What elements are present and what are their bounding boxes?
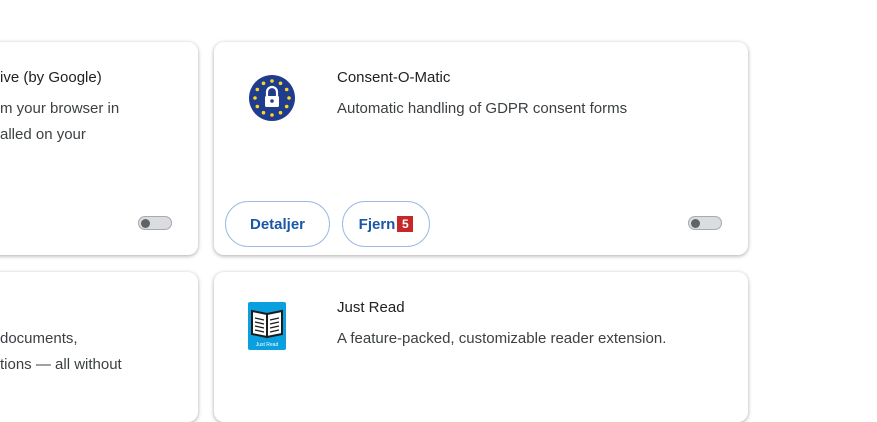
extension-description-line: tions — all without xyxy=(0,356,122,373)
toggle-knob xyxy=(141,219,150,228)
extension-card-partial-bottom: documents, tions — all without xyxy=(0,272,198,422)
extension-description-line: alled on your xyxy=(0,126,86,143)
extension-description: A feature-packed, customizable reader ex… xyxy=(337,330,667,347)
extension-card-just-read: Just Read Just Read A feature-packed, cu… xyxy=(214,272,748,422)
extension-name: ive (by Google) xyxy=(0,69,102,86)
details-button[interactable]: Detaljer xyxy=(225,201,330,247)
eu-lock-icon xyxy=(248,74,296,122)
remove-button[interactable]: Fjern 5 xyxy=(342,201,430,247)
icon-caption: Just Read xyxy=(256,342,279,348)
enable-toggle[interactable] xyxy=(685,213,725,233)
extension-card-consent-o-matic: Consent-O-Matic Automatic handling of GD… xyxy=(214,42,748,255)
annotation-badge: 5 xyxy=(397,216,414,232)
extension-name: Consent-O-Matic xyxy=(337,69,451,86)
extension-description: Automatic handling of GDPR consent forms xyxy=(337,100,628,117)
toggle-track xyxy=(138,216,172,230)
toggle-track xyxy=(688,216,722,230)
remove-button-label: Fjern xyxy=(358,215,396,233)
open-book-icon: Just Read xyxy=(248,302,286,350)
extension-name: Just Read xyxy=(337,299,405,316)
extension-card-partial-top: ive (by Google) m your browser in alled … xyxy=(0,42,198,255)
extension-description-line: m your browser in xyxy=(0,100,120,117)
details-button-label: Detaljer xyxy=(249,215,306,233)
toggle-knob xyxy=(691,219,700,228)
extension-description-line: documents, xyxy=(0,330,78,347)
enable-toggle[interactable] xyxy=(135,213,175,233)
